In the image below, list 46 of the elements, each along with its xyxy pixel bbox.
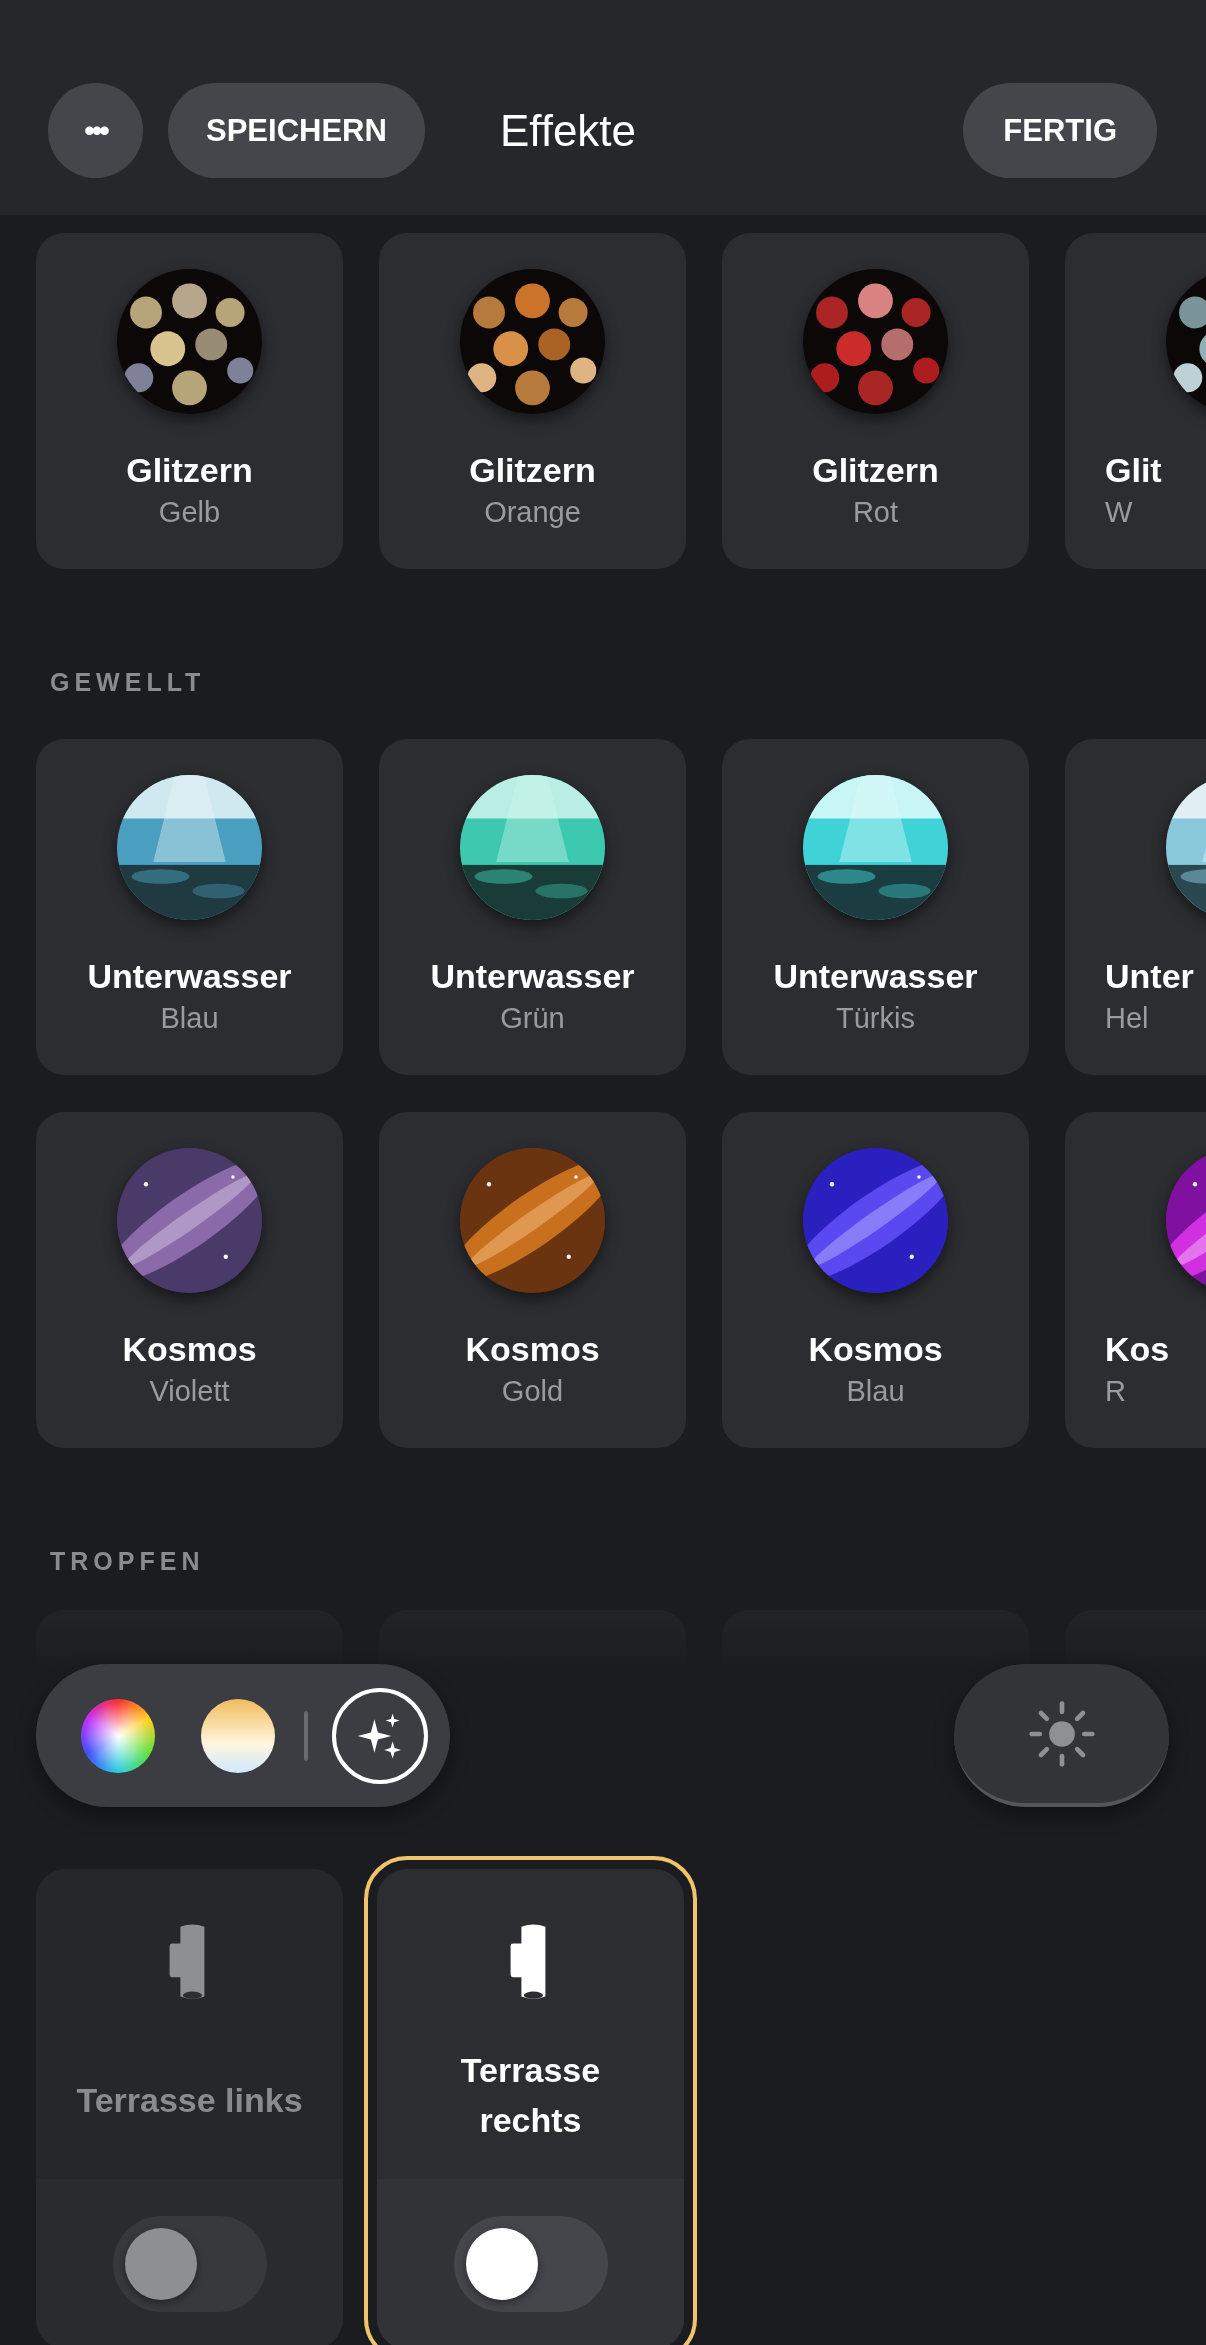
effect-name: Kos <box>1105 1329 1170 1369</box>
effect-variant: Gelb <box>158 495 221 530</box>
effect-name: Glitzern <box>812 450 939 490</box>
effect-variant: Rot <box>852 495 899 530</box>
effect-variant: Orange <box>484 495 581 530</box>
effect-name: Unterwasser <box>430 956 635 996</box>
effect-card[interactable]: Glitzern Orange <box>379 233 686 569</box>
effects-button[interactable] <box>332 1687 428 1784</box>
done-button[interactable]: FERTIG <box>963 83 1157 178</box>
effect-card[interactable]: Kosmos Violett <box>36 1112 343 1448</box>
effect-variant: Grün <box>500 1001 565 1036</box>
section-label: TROPFEN <box>50 1547 206 1575</box>
effect-name: Unter <box>1105 956 1194 996</box>
effect-name: Kosmos <box>465 1329 600 1369</box>
light-name: Terrasse links <box>75 2080 304 2121</box>
light-name: Terrasse rechts <box>459 2050 602 2141</box>
effect-variant: Gold <box>501 1374 564 1409</box>
effect-name: Unterwasser <box>773 956 978 996</box>
effect-variant: Hel <box>1105 1001 1149 1036</box>
effect-name: Kosmos <box>122 1329 257 1369</box>
effect-card[interactable]: Unterwasser Grün <box>379 739 686 1075</box>
effect-variant: Türkis <box>836 1001 915 1036</box>
brightness-icon <box>1026 1698 1097 1769</box>
save-button[interactable]: SPEICHERN <box>168 83 425 178</box>
effect-card[interactable]: Glitzern Rot <box>722 233 1029 569</box>
section-label: GEWELLT <box>50 668 207 696</box>
effect-name: Glitzern <box>126 450 253 490</box>
effect-variant: Violett <box>149 1374 230 1409</box>
effect-variant: W <box>1105 495 1133 530</box>
effect-card[interactable]: Unterwasser Blau <box>36 739 343 1075</box>
effect-card[interactable]: Unterwasser Türkis <box>722 739 1029 1075</box>
effect-name: Glitzern <box>469 450 596 490</box>
effect-name: Unterwasser <box>87 956 292 996</box>
effect-variant: Blau <box>160 1001 219 1036</box>
more-button[interactable]: ••• <box>48 83 143 178</box>
page-title: Effekte <box>499 105 637 157</box>
effect-name: Kosmos <box>808 1329 943 1369</box>
effect-card[interactable]: Kosmos Gold <box>379 1112 686 1448</box>
effect-variant: R <box>1105 1374 1126 1409</box>
effect-card[interactable]: Unter Hel <box>1065 739 1206 1075</box>
effect-variant: Blau <box>846 1374 905 1409</box>
effect-card[interactable]: Glitzern Gelb <box>36 233 343 569</box>
effect-card[interactable]: Glit W <box>1065 233 1206 569</box>
effect-card[interactable]: Kos R <box>1065 1112 1206 1448</box>
effect-name: Glit <box>1105 450 1162 490</box>
effect-card[interactable]: Kosmos Blau <box>722 1112 1029 1448</box>
